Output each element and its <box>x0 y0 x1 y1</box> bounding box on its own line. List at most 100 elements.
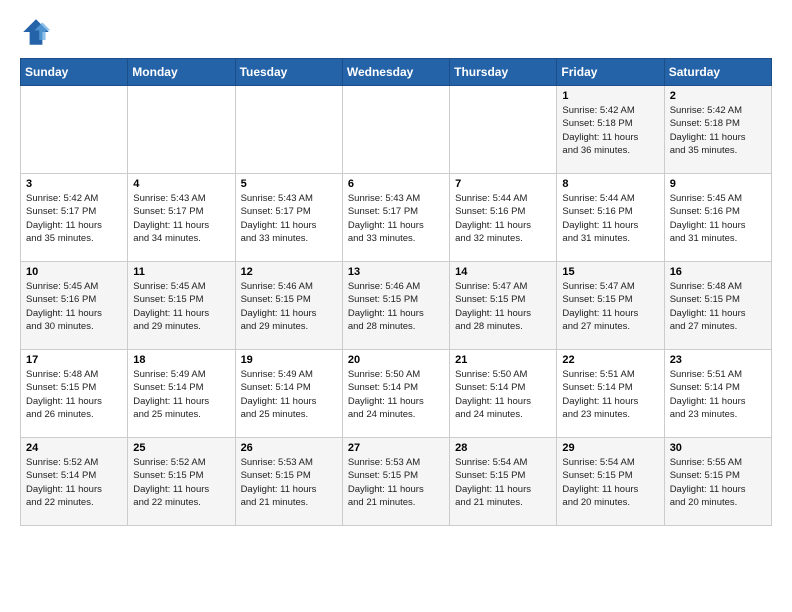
day-number: 13 <box>348 266 444 278</box>
day-cell-6: 6 Sunrise: 5:43 AM Sunset: 5:17 PM Daylig… <box>342 174 449 262</box>
week-row-4: 17 Sunrise: 5:48 AM Sunset: 5:15 PM Dayli… <box>21 350 772 438</box>
day-info: Sunrise: 5:51 AM Sunset: 5:14 PM Dayligh… <box>670 368 766 421</box>
day-info: Sunrise: 5:45 AM Sunset: 5:16 PM Dayligh… <box>670 192 766 245</box>
day-info: Sunrise: 5:43 AM Sunset: 5:17 PM Dayligh… <box>348 192 444 245</box>
day-info: Sunrise: 5:47 AM Sunset: 5:15 PM Dayligh… <box>455 280 551 333</box>
day-number: 15 <box>562 266 658 278</box>
day-number: 6 <box>348 178 444 190</box>
page: SundayMondayTuesdayWednesdayThursdayFrid… <box>0 0 792 542</box>
day-number: 12 <box>241 266 337 278</box>
day-cell-7: 7 Sunrise: 5:44 AM Sunset: 5:16 PM Daylig… <box>450 174 557 262</box>
day-number: 22 <box>562 354 658 366</box>
day-number: 17 <box>26 354 122 366</box>
day-cell-24: 24 Sunrise: 5:52 AM Sunset: 5:14 PM Dayli… <box>21 438 128 526</box>
day-info: Sunrise: 5:42 AM Sunset: 5:17 PM Dayligh… <box>26 192 122 245</box>
day-cell-17: 17 Sunrise: 5:48 AM Sunset: 5:15 PM Dayli… <box>21 350 128 438</box>
day-number: 20 <box>348 354 444 366</box>
day-cell-8: 8Sunrise: 5:44 AM Sunset: 5:16 PM Daylig… <box>557 174 664 262</box>
day-number: 29 <box>562 442 658 454</box>
weekday-header-friday: Friday <box>557 59 664 86</box>
day-number: 16 <box>670 266 766 278</box>
day-cell-9: 9 Sunrise: 5:45 AM Sunset: 5:16 PM Daylig… <box>664 174 771 262</box>
day-info: Sunrise: 5:49 AM Sunset: 5:14 PM Dayligh… <box>133 368 229 421</box>
day-info: Sunrise: 5:42 AM Sunset: 5:18 PM Dayligh… <box>562 104 658 157</box>
day-number: 19 <box>241 354 337 366</box>
empty-cell <box>450 86 557 174</box>
day-info: Sunrise: 5:52 AM Sunset: 5:14 PM Dayligh… <box>26 456 122 509</box>
day-number: 26 <box>241 442 337 454</box>
day-cell-28: 28Sunrise: 5:54 AM Sunset: 5:15 PM Dayli… <box>450 438 557 526</box>
header <box>20 16 772 48</box>
weekday-header-sunday: Sunday <box>21 59 128 86</box>
day-number: 28 <box>455 442 551 454</box>
day-info: Sunrise: 5:50 AM Sunset: 5:14 PM Dayligh… <box>455 368 551 421</box>
day-cell-13: 13 Sunrise: 5:46 AM Sunset: 5:15 PM Dayli… <box>342 262 449 350</box>
day-info: Sunrise: 5:47 AM Sunset: 5:15 PM Dayligh… <box>562 280 658 333</box>
day-cell-30: 30 Sunrise: 5:55 AM Sunset: 5:15 PM Dayli… <box>664 438 771 526</box>
day-info: Sunrise: 5:51 AM Sunset: 5:14 PM Dayligh… <box>562 368 658 421</box>
day-cell-1: 1 Sunrise: 5:42 AM Sunset: 5:18 PM Daylig… <box>557 86 664 174</box>
empty-cell <box>21 86 128 174</box>
day-cell-12: 12 Sunrise: 5:46 AM Sunset: 5:15 PM Dayli… <box>235 262 342 350</box>
day-info: Sunrise: 5:45 AM Sunset: 5:15 PM Dayligh… <box>133 280 229 333</box>
day-info: Sunrise: 5:42 AM Sunset: 5:18 PM Dayligh… <box>670 104 766 157</box>
weekday-header-saturday: Saturday <box>664 59 771 86</box>
day-number: 4 <box>133 178 229 190</box>
day-cell-2: 2 Sunrise: 5:42 AM Sunset: 5:18 PM Daylig… <box>664 86 771 174</box>
day-info: Sunrise: 5:53 AM Sunset: 5:15 PM Dayligh… <box>241 456 337 509</box>
day-cell-29: 29Sunrise: 5:54 AM Sunset: 5:15 PM Dayli… <box>557 438 664 526</box>
day-info: Sunrise: 5:44 AM Sunset: 5:16 PM Dayligh… <box>455 192 551 245</box>
day-number: 18 <box>133 354 229 366</box>
weekday-header-row: SundayMondayTuesdayWednesdayThursdayFrid… <box>21 59 772 86</box>
day-number: 23 <box>670 354 766 366</box>
day-cell-27: 27 Sunrise: 5:53 AM Sunset: 5:15 PM Dayli… <box>342 438 449 526</box>
day-cell-20: 20 Sunrise: 5:50 AM Sunset: 5:14 PM Dayli… <box>342 350 449 438</box>
weekday-header-wednesday: Wednesday <box>342 59 449 86</box>
day-cell-19: 19 Sunrise: 5:49 AM Sunset: 5:14 PM Dayli… <box>235 350 342 438</box>
day-number: 25 <box>133 442 229 454</box>
day-cell-14: 14Sunrise: 5:47 AM Sunset: 5:15 PM Dayli… <box>450 262 557 350</box>
day-cell-3: 3 Sunrise: 5:42 AM Sunset: 5:17 PM Daylig… <box>21 174 128 262</box>
day-info: Sunrise: 5:46 AM Sunset: 5:15 PM Dayligh… <box>348 280 444 333</box>
weekday-header-thursday: Thursday <box>450 59 557 86</box>
day-cell-22: 22 Sunrise: 5:51 AM Sunset: 5:14 PM Dayli… <box>557 350 664 438</box>
day-number: 3 <box>26 178 122 190</box>
day-info: Sunrise: 5:43 AM Sunset: 5:17 PM Dayligh… <box>241 192 337 245</box>
day-info: Sunrise: 5:43 AM Sunset: 5:17 PM Dayligh… <box>133 192 229 245</box>
day-info: Sunrise: 5:48 AM Sunset: 5:15 PM Dayligh… <box>26 368 122 421</box>
day-cell-23: 23 Sunrise: 5:51 AM Sunset: 5:14 PM Dayli… <box>664 350 771 438</box>
day-cell-11: 11Sunrise: 5:45 AM Sunset: 5:15 PM Dayli… <box>128 262 235 350</box>
day-info: Sunrise: 5:53 AM Sunset: 5:15 PM Dayligh… <box>348 456 444 509</box>
day-number: 7 <box>455 178 551 190</box>
day-number: 2 <box>670 90 766 102</box>
day-info: Sunrise: 5:45 AM Sunset: 5:16 PM Dayligh… <box>26 280 122 333</box>
day-number: 10 <box>26 266 122 278</box>
day-cell-15: 15 Sunrise: 5:47 AM Sunset: 5:15 PM Dayli… <box>557 262 664 350</box>
day-number: 5 <box>241 178 337 190</box>
day-cell-10: 10 Sunrise: 5:45 AM Sunset: 5:16 PM Dayli… <box>21 262 128 350</box>
day-info: Sunrise: 5:55 AM Sunset: 5:15 PM Dayligh… <box>670 456 766 509</box>
day-number: 27 <box>348 442 444 454</box>
week-row-5: 24 Sunrise: 5:52 AM Sunset: 5:14 PM Dayli… <box>21 438 772 526</box>
empty-cell <box>128 86 235 174</box>
day-info: Sunrise: 5:44 AM Sunset: 5:16 PM Dayligh… <box>562 192 658 245</box>
day-number: 24 <box>26 442 122 454</box>
day-number: 30 <box>670 442 766 454</box>
empty-cell <box>235 86 342 174</box>
day-cell-21: 21 Sunrise: 5:50 AM Sunset: 5:14 PM Dayli… <box>450 350 557 438</box>
day-info: Sunrise: 5:50 AM Sunset: 5:14 PM Dayligh… <box>348 368 444 421</box>
day-info: Sunrise: 5:49 AM Sunset: 5:14 PM Dayligh… <box>241 368 337 421</box>
logo-icon <box>20 16 52 48</box>
day-number: 1 <box>562 90 658 102</box>
day-cell-26: 26 Sunrise: 5:53 AM Sunset: 5:15 PM Dayli… <box>235 438 342 526</box>
day-cell-5: 5 Sunrise: 5:43 AM Sunset: 5:17 PM Daylig… <box>235 174 342 262</box>
day-number: 9 <box>670 178 766 190</box>
logo <box>20 16 56 48</box>
day-info: Sunrise: 5:48 AM Sunset: 5:15 PM Dayligh… <box>670 280 766 333</box>
day-cell-4: 4 Sunrise: 5:43 AM Sunset: 5:17 PM Daylig… <box>128 174 235 262</box>
calendar: SundayMondayTuesdayWednesdayThursdayFrid… <box>20 58 772 526</box>
day-cell-25: 25Sunrise: 5:52 AM Sunset: 5:15 PM Dayli… <box>128 438 235 526</box>
day-info: Sunrise: 5:46 AM Sunset: 5:15 PM Dayligh… <box>241 280 337 333</box>
day-cell-16: 16 Sunrise: 5:48 AM Sunset: 5:15 PM Dayli… <box>664 262 771 350</box>
day-number: 21 <box>455 354 551 366</box>
